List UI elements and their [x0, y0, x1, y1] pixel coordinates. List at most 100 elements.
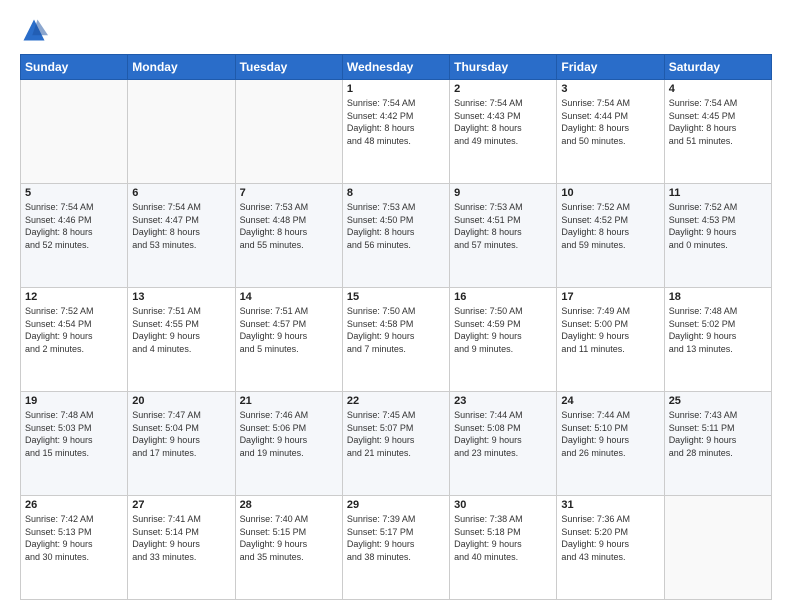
calendar-week-row: 12Sunrise: 7:52 AM Sunset: 4:54 PM Dayli…	[21, 288, 772, 392]
calendar-cell: 22 Sunrise: 7:45 AM Sunset: 5:07 PM Dayli…	[342, 392, 449, 496]
calendar-cell: 31 Sunrise: 7:36 AM Sunset: 5:20 PM Dayli…	[557, 496, 664, 600]
day-number: 1	[347, 83, 445, 95]
day-number: 26	[25, 499, 123, 511]
day-info: Sunrise: 7:52 AM Sunset: 4:54 PM Dayligh…	[25, 305, 123, 355]
day-number: 9	[454, 187, 552, 199]
calendar-week-row: 1Sunrise: 7:54 AM Sunset: 4:42 PM Daylig…	[21, 80, 772, 184]
calendar-cell: 15 Sunrise: 7:50 AM Sunset: 4:58 PM Dayli…	[342, 288, 449, 392]
day-info: Sunrise: 7:50 AM Sunset: 4:58 PM Dayligh…	[347, 305, 445, 355]
day-info: Sunrise: 7:48 AM Sunset: 5:03 PM Dayligh…	[25, 409, 123, 459]
day-number: 16	[454, 291, 552, 303]
day-info: Sunrise: 7:54 AM Sunset: 4:43 PM Dayligh…	[454, 97, 552, 147]
day-info: Sunrise: 7:51 AM Sunset: 4:57 PM Dayligh…	[240, 305, 338, 355]
calendar-cell: 11 Sunrise: 7:52 AM Sunset: 4:53 PM Dayli…	[664, 184, 771, 288]
day-info: Sunrise: 7:53 AM Sunset: 4:50 PM Dayligh…	[347, 201, 445, 251]
calendar-header-cell: Friday	[557, 55, 664, 80]
day-info: Sunrise: 7:38 AM Sunset: 5:18 PM Dayligh…	[454, 513, 552, 563]
calendar-cell: 17 Sunrise: 7:49 AM Sunset: 5:00 PM Dayli…	[557, 288, 664, 392]
day-info: Sunrise: 7:46 AM Sunset: 5:06 PM Dayligh…	[240, 409, 338, 459]
day-number: 8	[347, 187, 445, 199]
calendar-week-row: 26 Sunrise: 7:42 AM Sunset: 5:13 PM Dayli…	[21, 496, 772, 600]
calendar-header-cell: Wednesday	[342, 55, 449, 80]
page: SundayMondayTuesdayWednesdayThursdayFrid…	[0, 0, 792, 612]
calendar-cell: 8 Sunrise: 7:53 AM Sunset: 4:50 PM Daylig…	[342, 184, 449, 288]
calendar-cell: 4Sunrise: 7:54 AM Sunset: 4:45 PM Daylig…	[664, 80, 771, 184]
day-number: 15	[347, 291, 445, 303]
calendar-cell: 6Sunrise: 7:54 AM Sunset: 4:47 PM Daylig…	[128, 184, 235, 288]
calendar-cell	[664, 496, 771, 600]
day-number: 20	[132, 395, 230, 407]
calendar-cell: 28 Sunrise: 7:40 AM Sunset: 5:15 PM Dayli…	[235, 496, 342, 600]
day-info: Sunrise: 7:40 AM Sunset: 5:15 PM Dayligh…	[240, 513, 338, 563]
day-info: Sunrise: 7:43 AM Sunset: 5:11 PM Dayligh…	[669, 409, 767, 459]
day-info: Sunrise: 7:48 AM Sunset: 5:02 PM Dayligh…	[669, 305, 767, 355]
day-number: 19	[25, 395, 123, 407]
calendar-cell: 24Sunrise: 7:44 AM Sunset: 5:10 PM Dayli…	[557, 392, 664, 496]
logo	[20, 16, 52, 44]
day-info: Sunrise: 7:36 AM Sunset: 5:20 PM Dayligh…	[561, 513, 659, 563]
day-number: 31	[561, 499, 659, 511]
calendar-cell: 5Sunrise: 7:54 AM Sunset: 4:46 PM Daylig…	[21, 184, 128, 288]
day-number: 27	[132, 499, 230, 511]
day-number: 24	[561, 395, 659, 407]
day-number: 10	[561, 187, 659, 199]
day-number: 29	[347, 499, 445, 511]
calendar-header-cell: Monday	[128, 55, 235, 80]
calendar-cell: 9 Sunrise: 7:53 AM Sunset: 4:51 PM Daylig…	[450, 184, 557, 288]
logo-icon	[20, 16, 48, 44]
day-info: Sunrise: 7:39 AM Sunset: 5:17 PM Dayligh…	[347, 513, 445, 563]
calendar-cell: 7 Sunrise: 7:53 AM Sunset: 4:48 PM Daylig…	[235, 184, 342, 288]
calendar-week-row: 5Sunrise: 7:54 AM Sunset: 4:46 PM Daylig…	[21, 184, 772, 288]
day-info: Sunrise: 7:53 AM Sunset: 4:51 PM Dayligh…	[454, 201, 552, 251]
day-info: Sunrise: 7:42 AM Sunset: 5:13 PM Dayligh…	[25, 513, 123, 563]
day-number: 23	[454, 395, 552, 407]
calendar-cell: 10 Sunrise: 7:52 AM Sunset: 4:52 PM Dayli…	[557, 184, 664, 288]
day-info: Sunrise: 7:50 AM Sunset: 4:59 PM Dayligh…	[454, 305, 552, 355]
calendar-cell: 20 Sunrise: 7:47 AM Sunset: 5:04 PM Dayli…	[128, 392, 235, 496]
calendar-cell: 26 Sunrise: 7:42 AM Sunset: 5:13 PM Dayli…	[21, 496, 128, 600]
day-info: Sunrise: 7:44 AM Sunset: 5:08 PM Dayligh…	[454, 409, 552, 459]
calendar-week-row: 19 Sunrise: 7:48 AM Sunset: 5:03 PM Dayli…	[21, 392, 772, 496]
day-info: Sunrise: 7:52 AM Sunset: 4:52 PM Dayligh…	[561, 201, 659, 251]
day-number: 28	[240, 499, 338, 511]
day-number: 25	[669, 395, 767, 407]
day-number: 17	[561, 291, 659, 303]
calendar-table: SundayMondayTuesdayWednesdayThursdayFrid…	[20, 54, 772, 600]
day-number: 13	[132, 291, 230, 303]
day-info: Sunrise: 7:49 AM Sunset: 5:00 PM Dayligh…	[561, 305, 659, 355]
day-number: 7	[240, 187, 338, 199]
calendar-cell: 13 Sunrise: 7:51 AM Sunset: 4:55 PM Dayli…	[128, 288, 235, 392]
day-number: 30	[454, 499, 552, 511]
day-number: 4	[669, 83, 767, 95]
calendar-cell: 12Sunrise: 7:52 AM Sunset: 4:54 PM Dayli…	[21, 288, 128, 392]
calendar-header-cell: Saturday	[664, 55, 771, 80]
calendar-cell: 1Sunrise: 7:54 AM Sunset: 4:42 PM Daylig…	[342, 80, 449, 184]
calendar-cell	[21, 80, 128, 184]
calendar-cell: 2 Sunrise: 7:54 AM Sunset: 4:43 PM Daylig…	[450, 80, 557, 184]
day-info: Sunrise: 7:54 AM Sunset: 4:46 PM Dayligh…	[25, 201, 123, 251]
day-info: Sunrise: 7:51 AM Sunset: 4:55 PM Dayligh…	[132, 305, 230, 355]
calendar-cell: 25 Sunrise: 7:43 AM Sunset: 5:11 PM Dayli…	[664, 392, 771, 496]
calendar-cell: 16 Sunrise: 7:50 AM Sunset: 4:59 PM Dayli…	[450, 288, 557, 392]
day-number: 22	[347, 395, 445, 407]
day-info: Sunrise: 7:41 AM Sunset: 5:14 PM Dayligh…	[132, 513, 230, 563]
day-number: 2	[454, 83, 552, 95]
calendar-cell	[235, 80, 342, 184]
calendar-cell: 14Sunrise: 7:51 AM Sunset: 4:57 PM Dayli…	[235, 288, 342, 392]
calendar-header-cell: Tuesday	[235, 55, 342, 80]
calendar-cell: 21 Sunrise: 7:46 AM Sunset: 5:06 PM Dayli…	[235, 392, 342, 496]
day-info: Sunrise: 7:47 AM Sunset: 5:04 PM Dayligh…	[132, 409, 230, 459]
day-info: Sunrise: 7:53 AM Sunset: 4:48 PM Dayligh…	[240, 201, 338, 251]
day-info: Sunrise: 7:45 AM Sunset: 5:07 PM Dayligh…	[347, 409, 445, 459]
day-number: 21	[240, 395, 338, 407]
calendar-cell: 3 Sunrise: 7:54 AM Sunset: 4:44 PM Daylig…	[557, 80, 664, 184]
day-info: Sunrise: 7:52 AM Sunset: 4:53 PM Dayligh…	[669, 201, 767, 251]
calendar-cell	[128, 80, 235, 184]
day-number: 18	[669, 291, 767, 303]
day-number: 3	[561, 83, 659, 95]
day-number: 11	[669, 187, 767, 199]
calendar-cell: 19 Sunrise: 7:48 AM Sunset: 5:03 PM Dayli…	[21, 392, 128, 496]
day-info: Sunrise: 7:54 AM Sunset: 4:44 PM Dayligh…	[561, 97, 659, 147]
day-number: 6	[132, 187, 230, 199]
calendar-cell: 29 Sunrise: 7:39 AM Sunset: 5:17 PM Dayli…	[342, 496, 449, 600]
